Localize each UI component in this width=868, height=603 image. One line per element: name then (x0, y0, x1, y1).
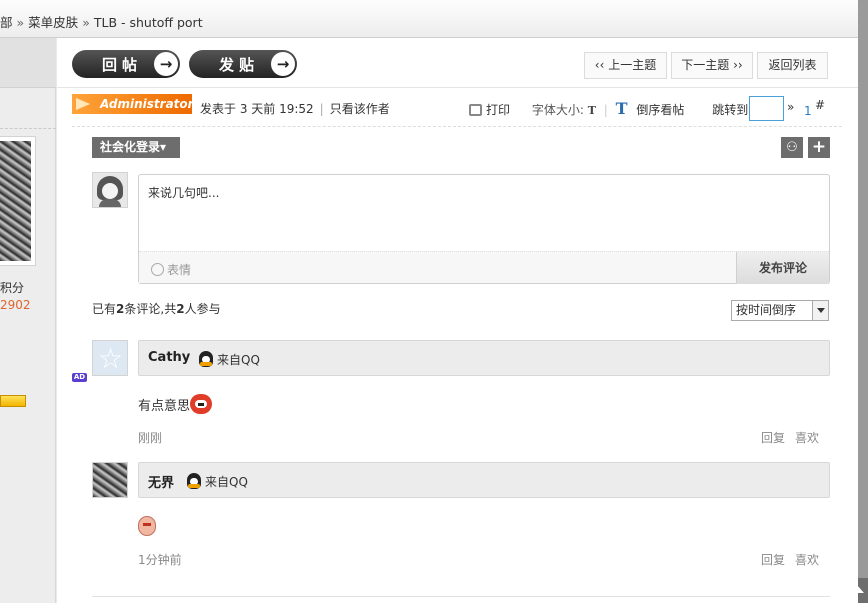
breadcrumb: 部» 菜单皮肤» TLB - shutoff port (0, 12, 203, 31)
comment-source-label: 来自QQ (205, 475, 248, 489)
sort-selected-value: 按时间倒序 (736, 303, 797, 317)
count-people: 2 (176, 302, 185, 316)
header-divider (57, 87, 858, 88)
breadcrumb-item-menu-skin[interactable]: 菜单皮肤 (28, 15, 78, 30)
back-to-list-button[interactable]: 返回列表 (757, 52, 828, 79)
comment-source: 来自QQ (187, 473, 248, 490)
post-meta: 发表于 3 天前 19:52 | 只看该作者 (200, 100, 390, 117)
sidebar-header (0, 38, 56, 88)
commenter-name[interactable]: 无界 (148, 472, 174, 491)
reverse-order-link[interactable]: 倒序看帖 (636, 103, 684, 117)
meta-divider (72, 126, 842, 127)
comment-text: 有点意思 (138, 394, 213, 414)
arrow-right-icon: → (154, 52, 178, 76)
comment-editor-footer: 表情 发布评论 (139, 251, 829, 284)
author-sidebar: 积分 2902 (0, 38, 56, 603)
meta-separator: | (319, 102, 324, 116)
reply-button-label: 回帖 (102, 56, 143, 74)
jump-label: 跳转到 (712, 103, 749, 117)
sidebar-divider (0, 128, 56, 129)
jump-go-button[interactable]: » (787, 100, 794, 114)
toolbar-separator: | (603, 103, 608, 117)
comment-count: 已有2条评论,共2人参与 (92, 300, 221, 317)
old-man-emoji-icon (138, 516, 156, 536)
commenter-avatar[interactable]: ☆ (92, 340, 128, 376)
next-topic-button[interactable]: 下一主题 ›› (671, 52, 753, 79)
avatar-body (99, 199, 121, 207)
social-login-button[interactable]: 社会化登录▾ (92, 137, 180, 158)
admin-badge: Administrator (72, 94, 194, 114)
prev-topic-button[interactable]: ‹‹ 上一主题 (584, 52, 667, 79)
printer-icon (469, 104, 482, 116)
qq-icon (187, 473, 201, 489)
author-avatar-image (0, 141, 31, 261)
comment-editor[interactable]: 来说几句吧... 表情 发布评论 (138, 174, 830, 284)
qq-icon (199, 351, 213, 367)
floor-number[interactable]: 1 (804, 104, 812, 118)
comment-time: 1分钟前 (138, 553, 182, 567)
commenter-name[interactable]: Cathy (148, 350, 190, 365)
breadcrumb-separator: » (82, 15, 90, 30)
font-small-button[interactable]: T (588, 104, 596, 117)
jump-floor-input[interactable] (749, 96, 784, 121)
comment-source-label: 来自QQ (217, 353, 260, 367)
breadcrumb-separator: » (16, 15, 25, 30)
sort-order-select[interactable]: 按时间倒序 (731, 300, 829, 321)
comment-header: Cathy 来自QQ (138, 340, 830, 376)
comments-bottom-divider (92, 596, 830, 597)
permalink-hash[interactable]: # (815, 98, 825, 112)
chevron-down-icon[interactable] (812, 301, 828, 320)
font-large-button[interactable]: T (616, 99, 628, 118)
comment-like-button[interactable]: 喜欢 (795, 551, 819, 568)
user-icon[interactable]: ⚇ (781, 137, 803, 158)
comment-text-content: 有点意思 (138, 399, 191, 414)
plus-icon[interactable]: + (808, 137, 830, 158)
submit-comment-button[interactable]: 发布评论 (736, 252, 829, 284)
comment-reply-button[interactable]: 回复 (761, 429, 785, 446)
print-link[interactable]: 打印 (469, 103, 510, 117)
author-avatar[interactable] (0, 136, 36, 266)
comment-source: 来自QQ (199, 351, 260, 368)
comment-like-button[interactable]: 喜欢 (795, 429, 819, 446)
arrow-right-icon: → (271, 52, 295, 76)
comment-header: 无界 来自QQ (138, 462, 830, 498)
emoji-button[interactable]: 表情 (151, 261, 191, 278)
font-size-label: 字体大小: (531, 103, 584, 117)
avatar-face (102, 183, 118, 199)
comment-input-placeholder[interactable]: 来说几句吧... (148, 184, 219, 201)
count-suffix: 人参与 (184, 302, 221, 316)
fox-emoji-icon (190, 394, 213, 414)
count-mid: 条评论,共 (124, 302, 177, 316)
new-post-button[interactable]: 发贴 → (189, 50, 297, 78)
comment-text (138, 516, 156, 540)
current-user-avatar (92, 172, 128, 208)
print-label: 打印 (486, 103, 511, 117)
post-main: 回帖 → 发贴 → ‹‹ 上一主题 下一主题 ›› 返回列表 Administr… (57, 38, 858, 603)
star-icon: ☆ (98, 342, 124, 375)
scrollbar-track[interactable] (858, 0, 868, 603)
smile-icon (151, 263, 164, 276)
points-value: 2902 (0, 298, 31, 312)
commenter-avatar[interactable] (92, 462, 128, 498)
emoji-label: 表情 (167, 263, 192, 277)
count-prefix: 已有 (92, 302, 117, 316)
comment-time: 刚刚 (138, 431, 163, 445)
level-bar (0, 395, 26, 407)
reply-button[interactable]: 回帖 → (72, 50, 180, 78)
points-label: 积分 (0, 281, 25, 295)
post-time: 发表于 3 天前 19:52 (200, 102, 314, 116)
breadcrumb-item-forum[interactable]: 部 (0, 15, 13, 30)
breadcrumb-item-thread: TLB - shutoff port (93, 15, 203, 30)
ad-badge: AD (72, 373, 87, 382)
post-toolbar: 打印 字体大小: T | T 倒序看帖 跳转到 (469, 99, 748, 118)
comment-reply-button[interactable]: 回复 (761, 551, 785, 568)
author-only-link[interactable]: 只看该作者 (330, 102, 390, 116)
breadcrumb-bar: 部» 菜单皮肤» TLB - shutoff port (0, 0, 858, 38)
new-post-button-label: 发贴 (219, 56, 260, 74)
